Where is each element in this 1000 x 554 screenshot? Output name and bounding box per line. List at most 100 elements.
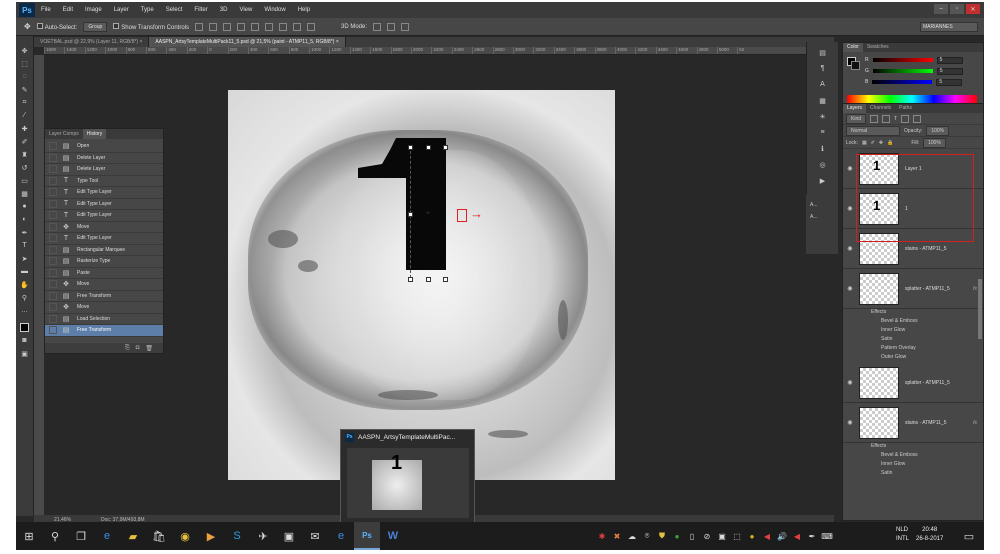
workspace-switcher[interactable]: MARIANNES: [920, 22, 978, 32]
navigator-icon[interactable]: ◎: [817, 160, 828, 169]
visibility-eye-icon[interactable]: ◉: [843, 419, 857, 426]
menu-window[interactable]: Window: [258, 7, 291, 13]
info-icon[interactable]: ℹ: [817, 144, 828, 153]
gradient-tool-icon[interactable]: ▦: [20, 189, 30, 198]
photos-icon[interactable]: ▣: [276, 522, 302, 550]
tab-close-icon[interactable]: ×: [336, 39, 339, 45]
layer-name[interactable]: splatter - ATMP11_5: [905, 380, 983, 386]
tray-app-icon[interactable]: ✱: [596, 532, 608, 541]
layer-name[interactable]: splatter - ATMP11_5: [905, 286, 973, 292]
history-state[interactable]: ✥ Move: [45, 222, 163, 233]
history-state[interactable]: ▤ Rasterize Type: [45, 256, 163, 268]
filter-adjustment-icon[interactable]: [882, 114, 891, 123]
red-value-input[interactable]: 5: [936, 56, 963, 64]
lock-move-icon[interactable]: ✥: [879, 140, 883, 146]
network-icon[interactable]: ▣: [716, 532, 728, 541]
pen-tool-icon[interactable]: ✒: [20, 228, 30, 237]
lock-pixels-icon[interactable]: ▦: [862, 140, 867, 146]
menu-layer[interactable]: Layer: [108, 7, 135, 13]
visibility-eye-icon[interactable]: ◉: [843, 285, 857, 292]
layer-row[interactable]: ◉ stains - ATMP11_5 fx: [843, 403, 983, 443]
quick-select-tool-icon[interactable]: ✎: [20, 85, 30, 94]
history-brush-source-icon[interactable]: [49, 257, 57, 266]
transform-handle[interactable]: [426, 145, 431, 150]
filter-smart-object-icon[interactable]: [913, 114, 922, 123]
bird-app-icon[interactable]: ✈: [250, 522, 276, 550]
show-transform-checkbox[interactable]: Show Transform Controls: [113, 22, 189, 31]
cloud-icon[interactable]: ☁: [626, 532, 638, 541]
word-icon[interactable]: W: [380, 522, 406, 550]
clock[interactable]: 20:48 26-8-2017: [916, 526, 943, 544]
layer-effect-item[interactable]: Inner Glow: [843, 327, 983, 336]
tab-swatches[interactable]: Swatches: [863, 43, 893, 52]
history-state[interactable]: T Edit Type Layer: [45, 233, 163, 245]
actions-icon[interactable]: ▶: [817, 176, 828, 185]
properties-icon[interactable]: ≡: [817, 128, 828, 137]
history-brush-source-icon[interactable]: [49, 176, 57, 185]
3d-drag-icon[interactable]: [401, 22, 410, 31]
shape-tool-icon[interactable]: ▬: [20, 267, 30, 276]
history-brush-tool-icon[interactable]: ↺: [20, 163, 30, 172]
windows-start-icon[interactable]: ⊞: [16, 522, 42, 550]
lock-all-icon[interactable]: 🔒: [887, 140, 893, 146]
path-select-tool-icon[interactable]: ➤: [20, 254, 30, 263]
history-brush-source-icon[interactable]: [49, 199, 57, 208]
align-left-icon[interactable]: [237, 22, 245, 31]
menu-3d[interactable]: 3D: [214, 7, 234, 13]
tab-channels[interactable]: Channels: [866, 104, 895, 113]
zoom-tool-icon[interactable]: ⚲: [20, 293, 30, 302]
distribute-icon[interactable]: [307, 22, 315, 31]
3d-roll-icon[interactable]: [387, 22, 396, 31]
blur-tool-icon[interactable]: ●: [20, 202, 30, 211]
fill-input[interactable]: 100%: [923, 137, 946, 148]
align-middle-icon[interactable]: [209, 22, 217, 31]
transform-handle[interactable]: [408, 277, 413, 282]
history-brush-source-icon[interactable]: [49, 268, 57, 277]
tab-artsy-template[interactable]: AASPN_ArtsyTemplateMultiPack11_5.psd @ 2…: [149, 37, 346, 47]
tray-app-icon[interactable]: ◀: [761, 532, 773, 541]
lasso-tool-icon[interactable]: ◌: [20, 72, 30, 81]
distribute-icon[interactable]: [279, 22, 287, 31]
history-state[interactable]: T Type Tool: [45, 176, 163, 187]
hand-tool-icon[interactable]: ✋: [20, 280, 30, 289]
screen-mode-icon[interactable]: ▣: [20, 349, 30, 358]
history-brush-source-icon[interactable]: [49, 165, 57, 174]
swatches-icon[interactable]: ▦: [817, 96, 828, 105]
align-center-icon[interactable]: [251, 22, 259, 31]
history-brush-source-icon[interactable]: [49, 222, 57, 231]
eraser-tool-icon[interactable]: ▭: [20, 176, 30, 185]
action-center-icon[interactable]: ▭: [956, 522, 982, 550]
internet-explorer-icon[interactable]: e: [328, 522, 354, 550]
store-icon[interactable]: 🛍: [146, 522, 172, 550]
pen-icon[interactable]: ✒: [806, 532, 818, 541]
lock-brush-icon[interactable]: ✐: [871, 140, 875, 146]
history-brush-source-icon[interactable]: [49, 314, 57, 323]
layer-effect-item[interactable]: Outer Glow: [843, 354, 983, 363]
tray-app-icon[interactable]: ●: [671, 532, 683, 541]
history-brush-source-icon[interactable]: [49, 142, 57, 151]
minimize-button[interactable]: –: [934, 4, 948, 14]
green-value-input[interactable]: 5: [936, 67, 963, 75]
tab-color[interactable]: Color: [843, 43, 863, 52]
layers-scrollbar[interactable]: [978, 279, 982, 339]
marquee-tool-icon[interactable]: ⬚: [20, 59, 30, 68]
menu-view[interactable]: View: [233, 7, 258, 13]
3d-rotate-icon[interactable]: [373, 22, 382, 31]
align-top-icon[interactable]: [195, 22, 203, 31]
auto-select-dropdown[interactable]: Group: [83, 21, 108, 32]
color-spectrum-ramp[interactable]: [847, 95, 977, 103]
task-view-icon[interactable]: ❐: [68, 522, 94, 550]
maximize-button[interactable]: ▫: [950, 4, 964, 14]
menu-type[interactable]: Type: [135, 7, 160, 13]
dodge-tool-icon[interactable]: ◐: [20, 215, 30, 224]
chrome-icon[interactable]: ◉: [172, 522, 198, 550]
close-button[interactable]: ✕: [966, 4, 980, 14]
more-tools-icon[interactable]: …: [20, 306, 30, 315]
menu-select[interactable]: Select: [160, 7, 189, 13]
filter-type-icon[interactable]: T: [894, 116, 897, 122]
menu-filter[interactable]: Filter: [188, 7, 213, 13]
transform-handle[interactable]: [443, 277, 448, 282]
green-slider[interactable]: [872, 69, 933, 73]
tab-voetbal[interactable]: VOETBAL.psd @ 22,9% (Layer 11, RGB/8*) ×: [34, 37, 150, 47]
layer-name[interactable]: stains - ATMP11_5: [905, 420, 973, 426]
